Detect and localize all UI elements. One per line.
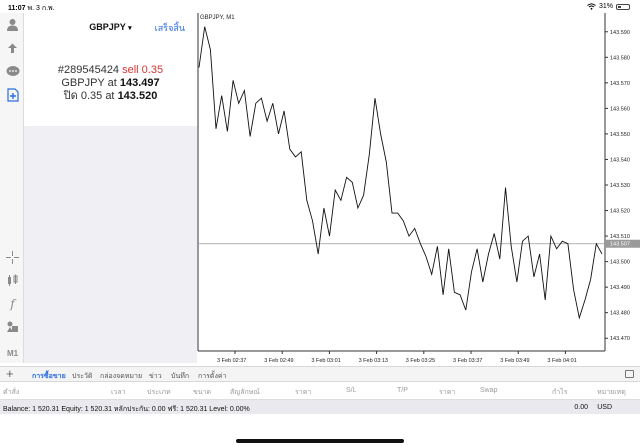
col-time: เวลา <box>111 389 126 396</box>
price-axis-label: 143.490 <box>610 285 630 291</box>
status-right: 31% <box>587 3 630 10</box>
balance-text: Balance: 1 520.31 Equity: 1 520.31 หลักป… <box>3 406 250 413</box>
time-axis-label: 3 Feb 02:37 <box>217 358 246 364</box>
tab-mailbox[interactable]: กล่องจดหมาย <box>100 371 142 382</box>
order-line-2: GBPJPY at 143.497 <box>24 77 197 90</box>
price-axis-label: 143.560 <box>610 106 630 112</box>
orders-table-header: คำสั่ง เวลา ประเภท ขนาด สัญลักษณ์ ราคา S… <box>0 383 640 399</box>
col-tp: T/P <box>397 387 408 394</box>
order-close-price: 143.520 <box>117 90 158 102</box>
price-axis-label: 143.470 <box>610 336 630 342</box>
tab-news[interactable]: ข่าว <box>149 371 162 382</box>
new-order-icon[interactable] <box>5 87 20 102</box>
col-symbol: สัญลักษณ์ <box>230 389 260 396</box>
price-axis-label: 143.570 <box>610 81 630 87</box>
col-size: ขนาด <box>193 389 212 396</box>
price-axis-label: 143.580 <box>610 55 630 61</box>
tab-journal[interactable]: บันทึก <box>171 371 189 382</box>
price-chart[interactable]: 143.590 143.580 143.570 143.560 143.550 143.5… <box>197 13 640 366</box>
time-axis-label: 3 Feb 03:01 <box>311 358 340 364</box>
chart-title: GBPJPY, M1 <box>200 15 235 21</box>
col-sl: S/L <box>346 387 357 394</box>
home-indicator[interactable] <box>236 439 404 443</box>
time-axis-label: 3 Feb 03:49 <box>500 358 529 364</box>
toggle-panel-icon[interactable] <box>625 370 634 378</box>
col-comment: หมายเหตุ <box>597 389 626 396</box>
price-series-line <box>198 26 603 320</box>
balance-currency: USD <box>597 404 612 411</box>
col-price: ราคา <box>295 389 312 396</box>
done-button[interactable]: เสร็จสิ้น <box>155 21 185 35</box>
chat-icon[interactable] <box>5 64 20 79</box>
chart-canvas[interactable]: 143.590 143.580 143.570 143.560 143.550 143.5… <box>197 13 640 366</box>
wifi-icon <box>587 3 596 10</box>
order-details: #289545424 sell 0.35 GBPJPY at 143.497 ป… <box>24 64 197 103</box>
price-axis-label: 143.510 <box>610 234 630 240</box>
battery-icon <box>616 3 630 10</box>
objects-icon[interactable] <box>5 319 20 334</box>
terminal-tab-bar: + การซื้อขาย ประวัติ กล่องจดหมาย ข่าว บั… <box>0 366 640 384</box>
function-icon[interactable]: f <box>5 296 20 311</box>
price-axis-label: 143.540 <box>610 157 630 163</box>
tab-history[interactable]: ประวัติ <box>72 371 92 382</box>
order-line-3: ปิด 0.35 at 143.520 <box>24 90 197 103</box>
order-number: #289545424 <box>57 64 120 76</box>
time-axis-label: 3 Feb 03:13 <box>359 358 388 364</box>
col-current-price: ราคา <box>439 389 456 396</box>
price-axis-label: 143.480 <box>610 311 630 317</box>
order-type: sell 0.35 <box>122 64 164 76</box>
col-profit: กำไร <box>552 389 568 396</box>
timeframe-button[interactable]: M1 <box>5 346 20 361</box>
balance-row[interactable]: Balance: 1 520.31 Equity: 1 520.31 หลักป… <box>0 399 640 414</box>
order-line-1: #289545424 sell 0.35 <box>24 64 197 77</box>
price-axis-label: 143.530 <box>610 183 630 189</box>
price-axis-label: 143.500 <box>610 260 630 266</box>
price-axis-label: 143.590 <box>610 30 630 36</box>
time-axis-label: 3 Feb 03:37 <box>453 358 482 364</box>
order-close-text: ปิด 0.35 at <box>63 90 115 102</box>
order-side-panel: GBPJPY ▾ เสร็จสิ้น #289545424 sell 0.35 … <box>24 13 197 363</box>
order-open-price: 143.497 <box>119 77 160 89</box>
trade-icon[interactable] <box>5 41 20 56</box>
symbol-label: GBPJPY <box>89 22 126 32</box>
col-order: คำสั่ง <box>3 389 20 396</box>
status-bar: 11:07 พ. 3 ก.พ. 31% <box>0 0 640 13</box>
price-axis-label: 143.550 <box>610 132 630 138</box>
left-toolbar: f M1 <box>0 13 24 363</box>
status-date: พ. 3 ก.พ. <box>27 5 55 12</box>
current-price-label: 143.507 <box>610 242 630 248</box>
account-icon[interactable] <box>5 17 20 32</box>
order-symbol-at: GBPJPY at <box>61 77 117 89</box>
time-axis-label: 3 Feb 04:01 <box>547 358 576 364</box>
time-axis-label: 3 Feb 03:25 <box>406 358 435 364</box>
battery-fill <box>618 5 622 8</box>
price-axis-label: 143.520 <box>610 209 630 215</box>
plus-icon[interactable]: + <box>6 367 14 381</box>
battery-percent: 31% <box>598 3 613 10</box>
col-swap: Swap <box>480 387 498 394</box>
order-info-panel: GBPJPY ▾ เสร็จสิ้น #289545424 sell 0.35 … <box>24 13 197 126</box>
time-axis-label: 3 Feb 02:49 <box>264 358 293 364</box>
crosshair-icon[interactable] <box>5 250 20 265</box>
indicators-icon[interactable] <box>5 273 20 288</box>
col-type: ประเภท <box>147 389 171 396</box>
balance-profit: 0.00 <box>574 404 588 411</box>
chevron-down-icon: ▾ <box>128 25 132 32</box>
tab-settings[interactable]: การตั้งค่า <box>198 371 227 382</box>
